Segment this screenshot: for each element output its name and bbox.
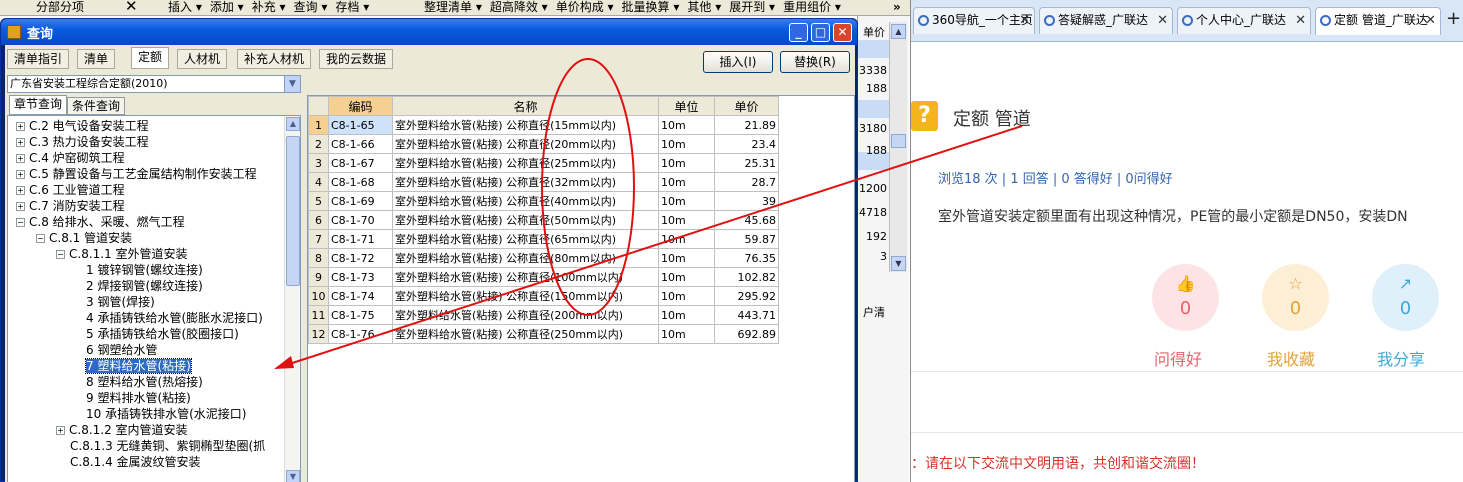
annotation-arrow-line [279, 125, 1023, 368]
annotation-arrowhead [274, 356, 294, 369]
annotation-overlay [274, 58, 1023, 369]
